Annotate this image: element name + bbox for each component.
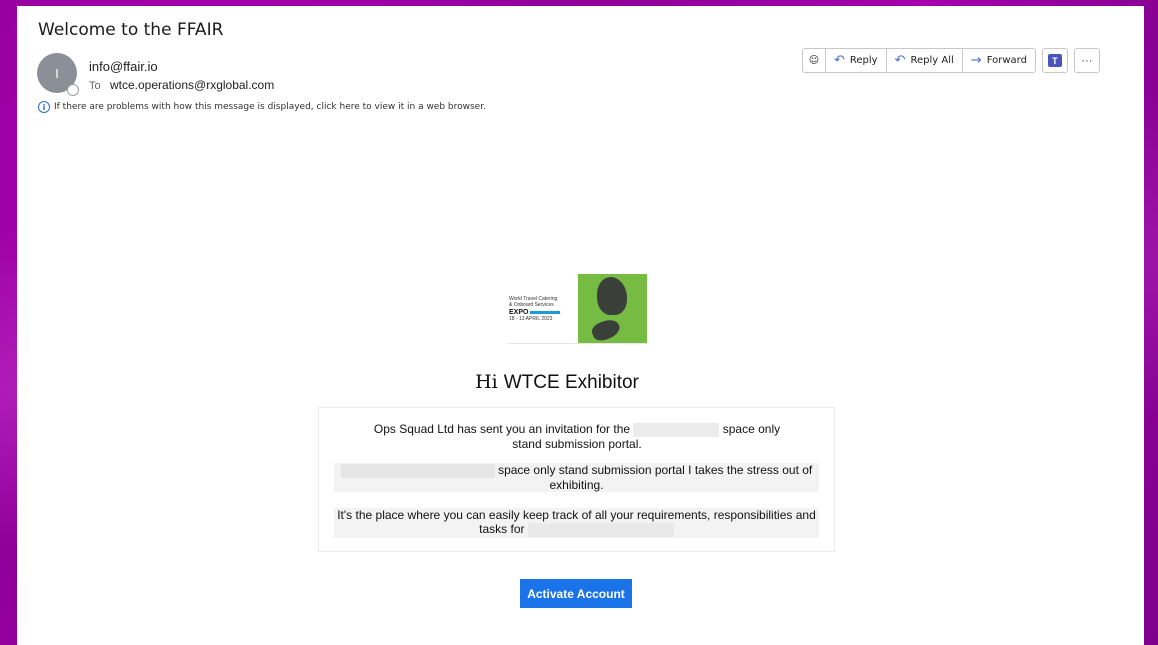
footprint-heel-icon [589,316,623,343]
logo-expo-row: EXPO [509,309,578,316]
email-subject: Welcome to the FFAIR [38,20,224,40]
redacted-portal-name [340,463,495,478]
greeting-hi: Hi [475,371,498,393]
info-icon: i [38,101,50,113]
recipients-line: To wtce.operations@rxglobal.com [89,78,274,92]
redacted-event-ref [527,522,674,537]
logo-date: 18 - 13 APRIL 2023 [509,315,553,322]
to-label: To [89,80,101,92]
avatar-initial: I [55,65,59,81]
portal-text-end: exhibiting. [549,477,604,492]
reply-button[interactable]: ↶ Reply [826,49,887,72]
greeting-heading: Hi WTCE Exhibitor [317,371,797,394]
tracking-paragraph: It's the place where you can easily keep… [334,508,819,538]
response-button-group: ☺ ↶ Reply ↶ Reply All → Forward [802,48,1036,73]
tracking-text: It's the place where you can easily keep… [337,508,816,522]
forward-arrow-icon: → [970,53,982,68]
message-toolbar: ☺ ↶ Reply ↶ Reply All → Forward T ··· [802,48,1100,73]
forward-label: Forward [986,55,1027,66]
redacted-event-name [633,422,720,437]
wtce-logo: World Travel Catering & Onboard Services… [507,274,578,343]
sender-address[interactable]: info@ffair.io [89,59,158,74]
reply-all-icon: ↶ [894,53,906,68]
event-logo: World Travel Catering & Onboard Services… [507,274,647,344]
portal-text: space only stand submission portal I tak… [498,463,813,477]
infobar-text: If there are problems with how this mess… [54,102,486,112]
forward-button[interactable]: → Forward [963,49,1035,72]
ellipsis-icon: ··· [1081,54,1093,67]
recipient-address[interactable]: wtce.operations@rxglobal.com [110,78,274,92]
smiley-icon: ☺ [808,55,820,66]
reply-label: Reply [849,55,878,66]
invitation-content-box: Ops Squad Ltd has sent you an invitation… [318,407,835,552]
presence-status-icon [67,84,79,96]
logo-bar [530,310,561,314]
email-reading-pane: Welcome to the FFAIR I info@ffair.io To … [17,6,1144,645]
portal-paragraph: space only stand submission portal I tak… [334,463,819,492]
invitation-text-start: Ops Squad Ltd has sent you an invitation… [373,422,631,436]
reply-all-button[interactable]: ↶ Reply All [887,49,963,72]
teams-icon: T [1047,54,1062,67]
invitation-text-space-only: space only [722,422,781,436]
footprint-sole-icon [597,277,627,315]
greeting-name: WTCE Exhibitor [503,372,639,393]
reply-arrow-icon: ↶ [834,53,845,68]
more-actions-button[interactable]: ··· [1073,48,1100,73]
activate-account-button[interactable]: Activate Account [520,579,632,608]
logo-line-2: & Onboard Services [509,301,554,308]
tracking-text-end: tasks for [479,522,525,536]
teams-share-button[interactable]: T [1041,48,1068,73]
display-problem-infobar[interactable]: i If there are problems with how this me… [38,101,486,113]
invitation-text-end: stand submission portal. [512,436,642,451]
reply-all-label: Reply All [910,55,954,66]
invitation-paragraph: Ops Squad Ltd has sent you an invitation… [333,422,821,451]
footprint-logo [578,274,647,343]
logo-expo-text: EXPO [509,308,529,316]
reaction-button[interactable]: ☺ [803,49,826,72]
